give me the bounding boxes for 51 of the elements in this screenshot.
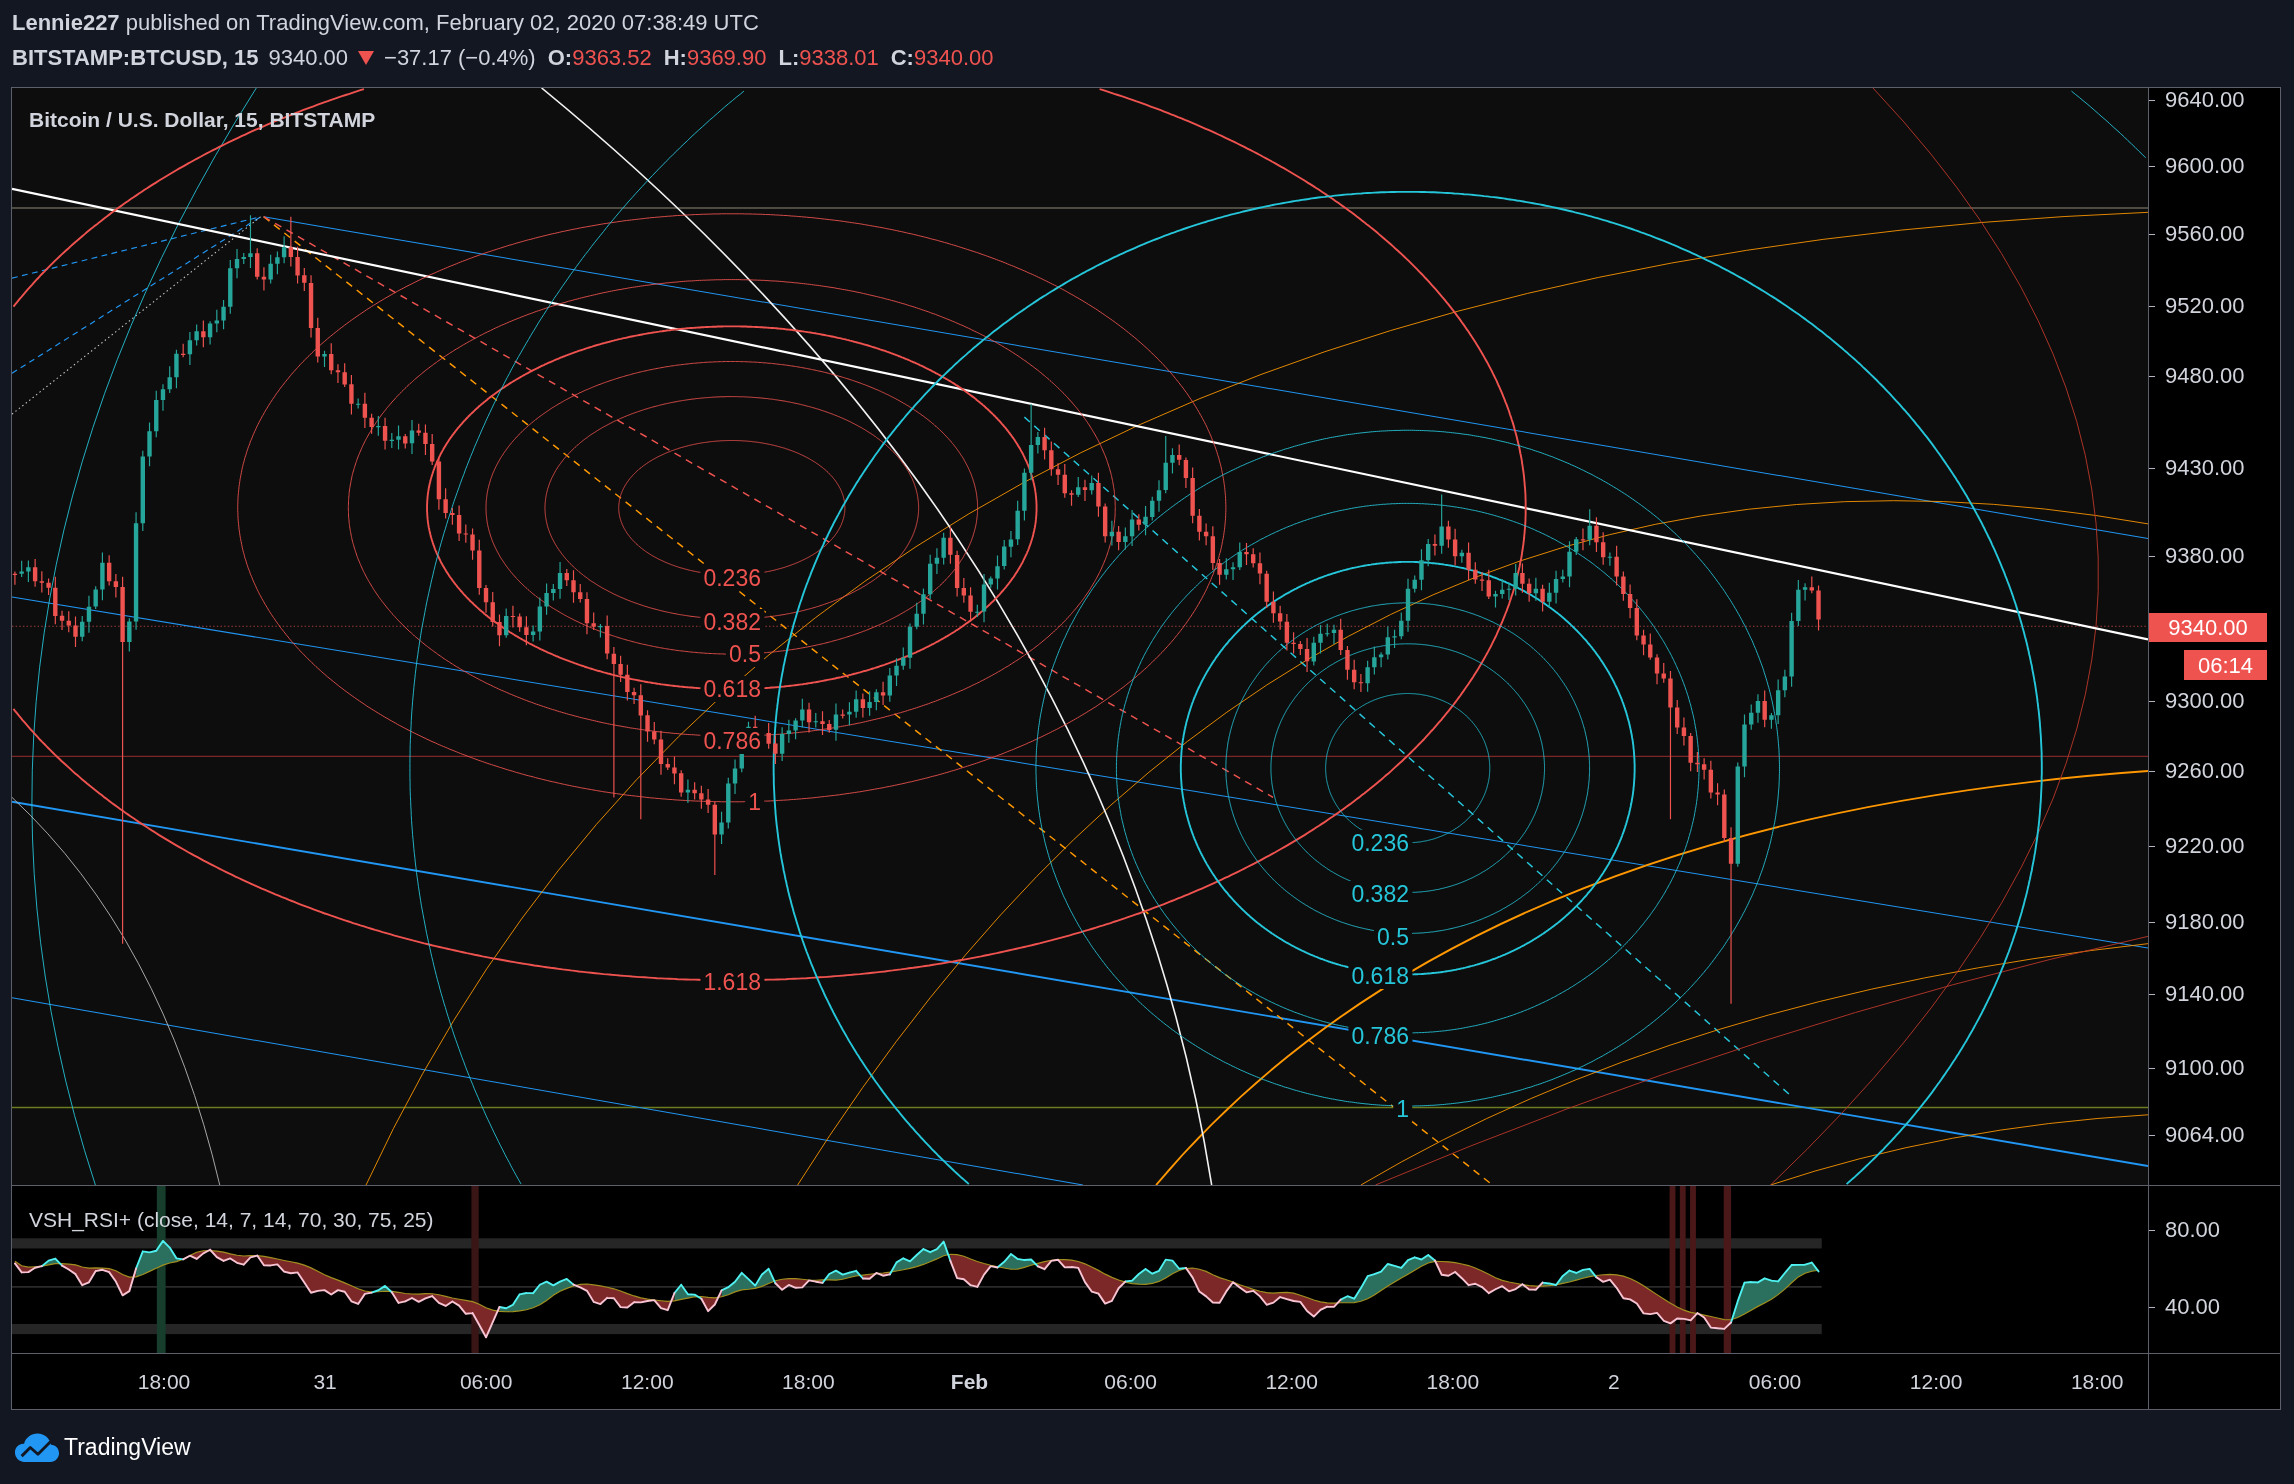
symbol-name: BITSTAMP:BTCUSD, 15: [12, 44, 259, 72]
price-axis-label: 9064.00: [2165, 1122, 2245, 1148]
fib-level-label: 0.236: [700, 565, 764, 591]
ohlc-label: C:: [890, 44, 914, 72]
logo-icon: [14, 1431, 60, 1463]
indicator-title: VSH_RSI+ (close, 14, 7, 14, 70, 30, 75, 25): [29, 1207, 434, 1234]
time-axis-label: 2: [1608, 1368, 1620, 1395]
time-axis-label: 12:00: [1265, 1368, 1318, 1395]
ohlc-label: H:: [663, 44, 687, 72]
time-axis-label: 31: [313, 1368, 337, 1395]
ohlc-label: O:: [547, 44, 573, 72]
last-price-tag: 9340.00: [2149, 613, 2267, 642]
price-axis-label: 9100.00: [2165, 1055, 2245, 1081]
price-axis-label: 9520.00: [2165, 293, 2245, 319]
price-axis-label: 9600.00: [2165, 152, 2245, 179]
time-axis-label: 18:00: [137, 1368, 191, 1395]
price-axis-label: 9260.00: [2165, 758, 2245, 784]
pane-title: Bitcoin / U.S. Dollar, 15, BITSTAMP: [29, 107, 376, 133]
price-axis-label: 9220.00: [2165, 833, 2245, 859]
time-axis-label: 18:00: [782, 1368, 835, 1395]
price-axis-label: 9300.00: [2165, 688, 2245, 714]
fib-level-label: 0.786: [700, 728, 764, 754]
price-axis-label: 9640.00: [2165, 87, 2245, 113]
fib-level-label: 0.618: [700, 676, 764, 702]
fib-level-label: 0.618: [1348, 963, 1412, 989]
brand-name: TradingView: [64, 1433, 191, 1462]
price-axis-label: 9430.00: [2165, 455, 2245, 481]
indicator-axis-label: 80.00: [2165, 1217, 2221, 1243]
ohlc-label: L:: [778, 44, 800, 72]
ohlc-value: 9338.01: [799, 44, 879, 72]
time-axis-label: 12:00: [1909, 1368, 1963, 1395]
ohlc-value: 9363.52: [572, 44, 652, 72]
last-price: 9340.00: [268, 44, 349, 72]
indicator-axis-label: 40.00: [2165, 1294, 2221, 1320]
time-axis-label: 18:00: [1426, 1368, 1480, 1395]
time-axis-label: 06:00: [1748, 1368, 1802, 1395]
price-axis-label: 9380.00: [2165, 543, 2245, 569]
time-axis-label: 18:00: [2070, 1368, 2124, 1395]
price-axis-label: 9480.00: [2165, 363, 2245, 389]
price-axis-label: 9140.00: [2165, 981, 2245, 1007]
countdown-tag: 06:14: [2184, 650, 2267, 680]
ohlc-value: 9369.90: [686, 44, 767, 72]
byline: Lennie227 published on TradingView.com, February 02, 2020 07:38:49 UTC: [12, 9, 759, 37]
price-axis-label: 9180.00: [2165, 909, 2245, 935]
price-change: −37.17 (−0.4%): [384, 44, 536, 72]
price-axis-label: 9560.00: [2165, 221, 2245, 247]
time-axis-label: 06:00: [1104, 1368, 1157, 1395]
ohlc-value: 9340.00: [913, 44, 994, 72]
time-axis-label: 06:00: [459, 1368, 513, 1395]
time-axis-label: 12:00: [621, 1368, 674, 1395]
time-axis-label: Feb: [950, 1368, 989, 1395]
